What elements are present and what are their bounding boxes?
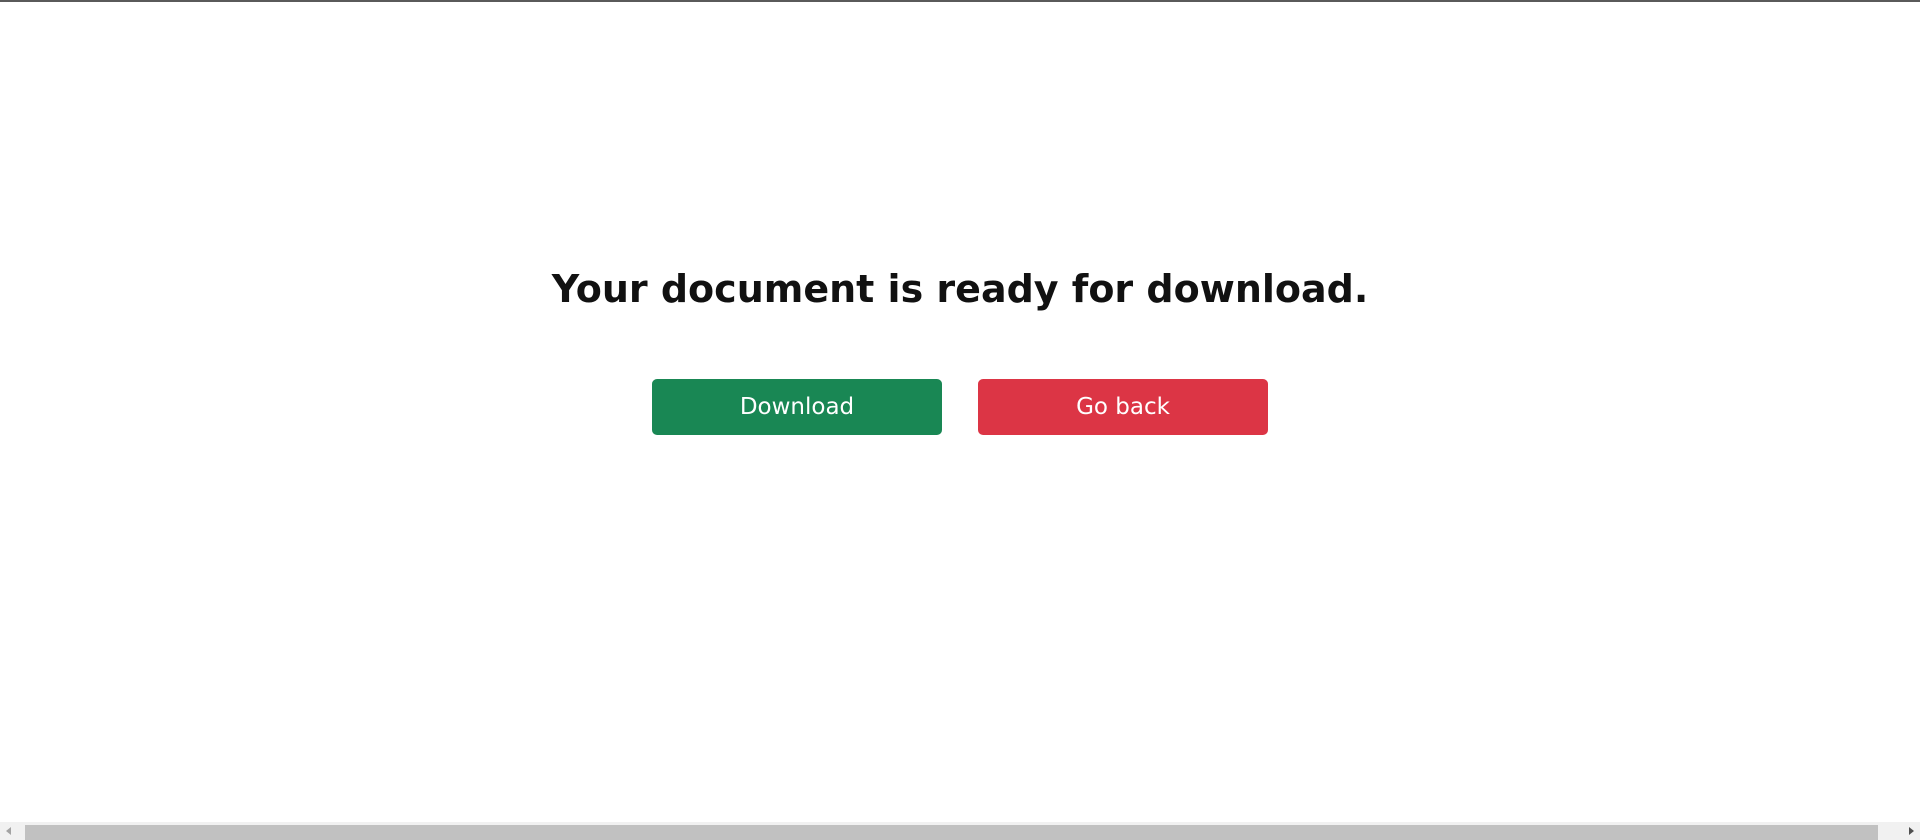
horizontal-scrollbar[interactable] bbox=[0, 822, 1920, 840]
scroll-right-arrow-icon[interactable] bbox=[1902, 822, 1920, 840]
page-title: Your document is ready for download. bbox=[551, 267, 1369, 311]
download-button[interactable]: Download bbox=[652, 379, 942, 435]
scrollbar-thumb[interactable] bbox=[25, 825, 1878, 840]
page-content: Your document is ready for download. Dow… bbox=[0, 2, 1920, 822]
scroll-left-arrow-icon[interactable] bbox=[0, 822, 18, 840]
go-back-button[interactable]: Go back bbox=[978, 379, 1268, 435]
